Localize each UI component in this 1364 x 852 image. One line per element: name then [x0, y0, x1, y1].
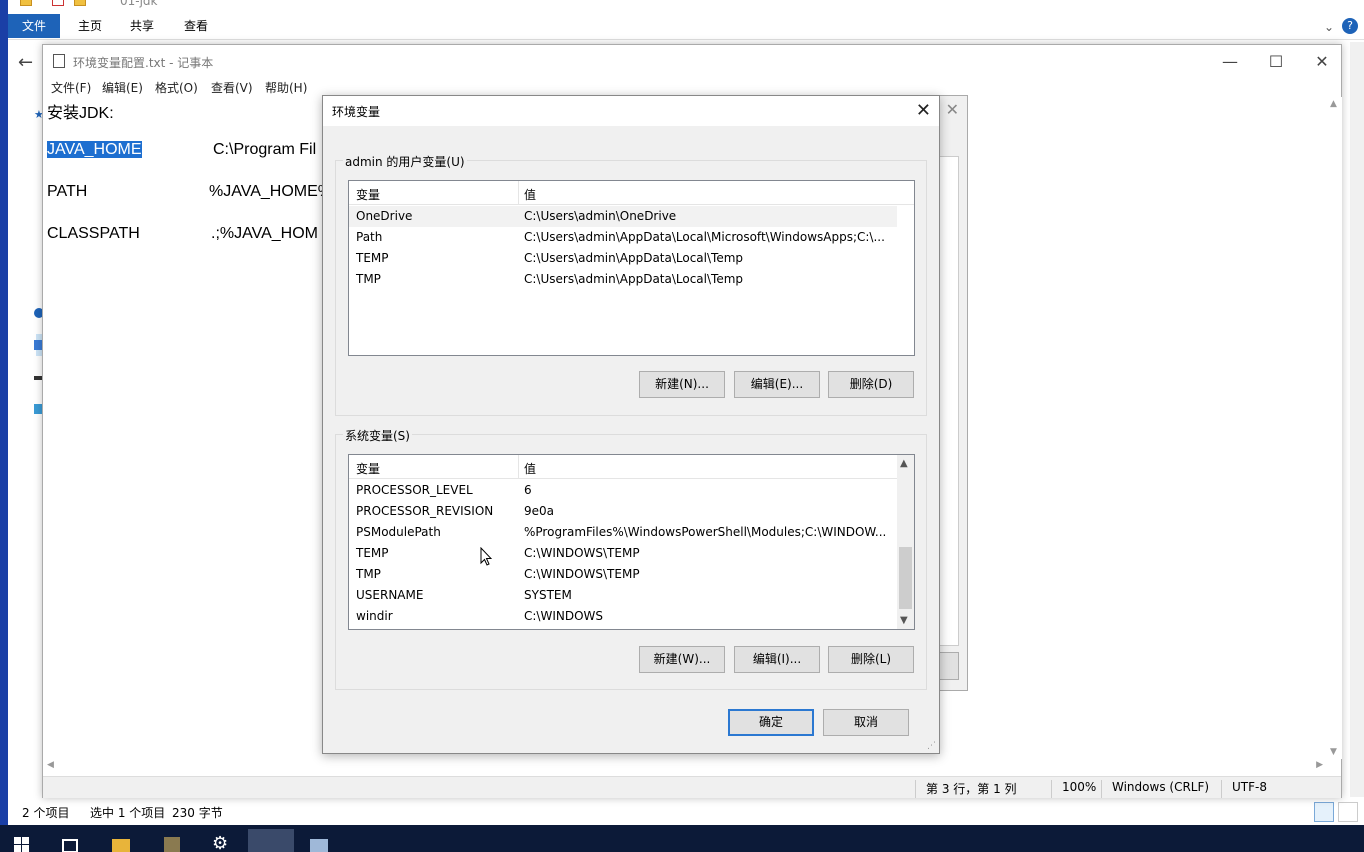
tab-home[interactable]: 主页 — [64, 14, 116, 38]
status-line-ending: Windows (CRLF) — [1101, 780, 1209, 798]
details-view-button[interactable] — [1314, 802, 1334, 822]
close-button[interactable]: ✕ — [1299, 51, 1345, 73]
list-header: 变量 值 — [349, 181, 914, 205]
task-view-icon[interactable] — [62, 839, 78, 852]
list-item[interactable]: PSModulePath %ProgramFiles%\WindowsPowerS… — [349, 522, 914, 543]
large-icons-view-button[interactable] — [1338, 802, 1358, 822]
explorer-status-bar: 2 个项目 选中 1 个项目 230 字节 — [8, 798, 1364, 824]
tab-share[interactable]: 共享 — [116, 14, 168, 38]
list-item[interactable]: OneDrive C:\Users\admin\OneDrive — [349, 206, 897, 227]
menu-edit[interactable]: 编辑(E) — [102, 79, 143, 96]
menu-help[interactable]: 帮助(H) — [265, 79, 307, 96]
help-icon[interactable]: ? — [1342, 18, 1358, 34]
windows-start-icon[interactable] — [14, 837, 30, 852]
mouse-cursor-icon — [480, 547, 492, 566]
resize-grip-icon[interactable]: ⋰ — [927, 741, 937, 751]
system-delete-button[interactable]: 删除(L) — [828, 646, 914, 673]
notepad-taskbar-icon[interactable] — [310, 839, 328, 852]
list-item[interactable]: Path C:\Users\admin\AppData\Local\Microso… — [349, 227, 914, 248]
explorer-title: 01-jdk — [120, 0, 158, 8]
text-line: JAVA_HOME C:\Program Fil — [47, 141, 317, 158]
text-line: PATH %JAVA_HOME% — [47, 183, 332, 200]
list-item[interactable]: PROCESSOR_REVISION 9e0a — [349, 501, 914, 522]
system-variables-list[interactable]: 变量 值 PROCESSOR_LEVEL 6 PROCESSOR_REVISION… — [348, 454, 915, 630]
close-icon[interactable]: ✕ — [946, 100, 959, 119]
back-arrow-icon[interactable]: ← — [18, 52, 33, 73]
text-line: CLASSPATH .;%JAVA_HOM — [47, 225, 318, 242]
properties-icon[interactable] — [52, 0, 64, 6]
status-zoom: 100% — [1051, 780, 1096, 798]
user-new-button[interactable]: 新建(N)... — [639, 371, 725, 398]
column-header-value[interactable]: 值 — [524, 460, 536, 477]
menu-format[interactable]: 格式(O) — [155, 79, 198, 96]
dialog-title: 环境变量 — [332, 105, 381, 119]
system-new-button[interactable]: 新建(W)... — [639, 646, 725, 673]
system-edit-button[interactable]: 编辑(I)... — [734, 646, 820, 673]
folder-icon — [20, 0, 32, 6]
user-edit-button[interactable]: 编辑(E)... — [734, 371, 820, 398]
column-header-value[interactable]: 值 — [524, 186, 536, 203]
column-header-name[interactable]: 变量 — [356, 460, 380, 477]
selected-text: JAVA_HOME — [47, 141, 142, 158]
chevron-down-icon[interactable]: ⌄ — [1324, 20, 1334, 34]
system-variables-label: 系统变量(S) — [343, 427, 412, 444]
scroll-thumb[interactable] — [899, 547, 912, 609]
cancel-button[interactable]: 取消 — [823, 709, 909, 736]
tab-view[interactable]: 查看 — [170, 14, 222, 38]
active-app-taskbar-button[interactable] — [248, 829, 294, 852]
list-item[interactable]: TMP C:\Users\admin\AppData\Local\Temp — [349, 269, 914, 290]
explorer-title-bar: 01-jdk — [8, 0, 1364, 14]
explorer-scrollbar[interactable] — [1350, 42, 1364, 797]
app-taskbar-icon[interactable] — [164, 837, 180, 852]
user-delete-button[interactable]: 删除(D) — [828, 371, 914, 398]
notepad-menu-bar: 文件(F) 编辑(E) 格式(O) 查看(V) 帮助(H) — [43, 77, 1341, 97]
dialog-title-bar: 环境变量 ✕ — [323, 96, 939, 126]
maximize-button[interactable]: ☐ — [1253, 51, 1299, 73]
list-header: 变量 值 — [349, 455, 914, 479]
minimize-button[interactable]: — — [1207, 51, 1253, 73]
file-explorer-taskbar-icon[interactable] — [112, 839, 130, 852]
tab-file[interactable]: 文件 — [8, 14, 61, 38]
list-item[interactable]: TEMP C:\WINDOWS\TEMP — [349, 543, 914, 564]
list-item[interactable]: TMP C:\WINDOWS\TEMP — [349, 564, 914, 585]
explorer-ribbon-tabs: 文件 主页 共享 查看 ⌄ ? — [8, 14, 1364, 40]
new-folder-icon[interactable] — [74, 0, 86, 6]
taskbar: ⚙ — [0, 825, 1364, 852]
list-item[interactable]: windir C:\WINDOWS — [349, 606, 914, 627]
notepad-title-bar: 环境变量配置.txt - 记事本 — ☐ ✕ — [43, 45, 1341, 77]
notepad-status-bar: 第 3 行，第 1 列 100% Windows (CRLF) UTF-8 — [43, 776, 1341, 798]
notepad-title: 环境变量配置.txt - 记事本 — [73, 56, 214, 70]
list-item[interactable]: TEMP C:\Users\admin\AppData\Local\Temp — [349, 248, 914, 269]
notepad-vertical-scrollbar[interactable]: ▲ ▼ — [1327, 97, 1342, 759]
column-header-name[interactable]: 变量 — [356, 186, 380, 203]
status-selected-size: 230 字节 — [172, 806, 223, 820]
ok-button[interactable]: 确定 — [728, 709, 814, 736]
scroll-down-icon[interactable]: ▼ — [900, 615, 908, 626]
notepad-horizontal-scrollbar[interactable]: ◀ ▶ — [43, 759, 1327, 775]
gear-icon[interactable]: ⚙ — [212, 833, 230, 852]
text-line: 安装JDK: — [47, 105, 114, 122]
status-encoding: UTF-8 — [1221, 780, 1267, 798]
user-variables-list[interactable]: 变量 值 OneDrive C:\Users\admin\OneDrive Pat… — [348, 180, 915, 356]
status-position: 第 3 行，第 1 列 — [915, 780, 1017, 798]
notepad-icon — [53, 54, 65, 68]
menu-view[interactable]: 查看(V) — [211, 79, 253, 96]
user-variables-label: admin 的用户变量(U) — [343, 153, 467, 170]
list-item[interactable]: USERNAME SYSTEM — [349, 585, 914, 606]
status-selected-count: 选中 1 个项目 — [90, 806, 166, 820]
menu-file[interactable]: 文件(F) — [51, 79, 91, 96]
list-item[interactable]: PROCESSOR_LEVEL 6 — [349, 480, 914, 501]
close-button[interactable]: ✕ — [916, 100, 931, 121]
environment-variables-dialog: 环境变量 ✕ admin 的用户变量(U) 变量 值 OneDrive C:\Us… — [322, 95, 940, 754]
scroll-up-icon[interactable]: ▲ — [900, 458, 908, 469]
system-list-scrollbar[interactable]: ▲ ▼ — [897, 455, 914, 629]
status-item-count: 2 个项目 — [22, 806, 70, 820]
